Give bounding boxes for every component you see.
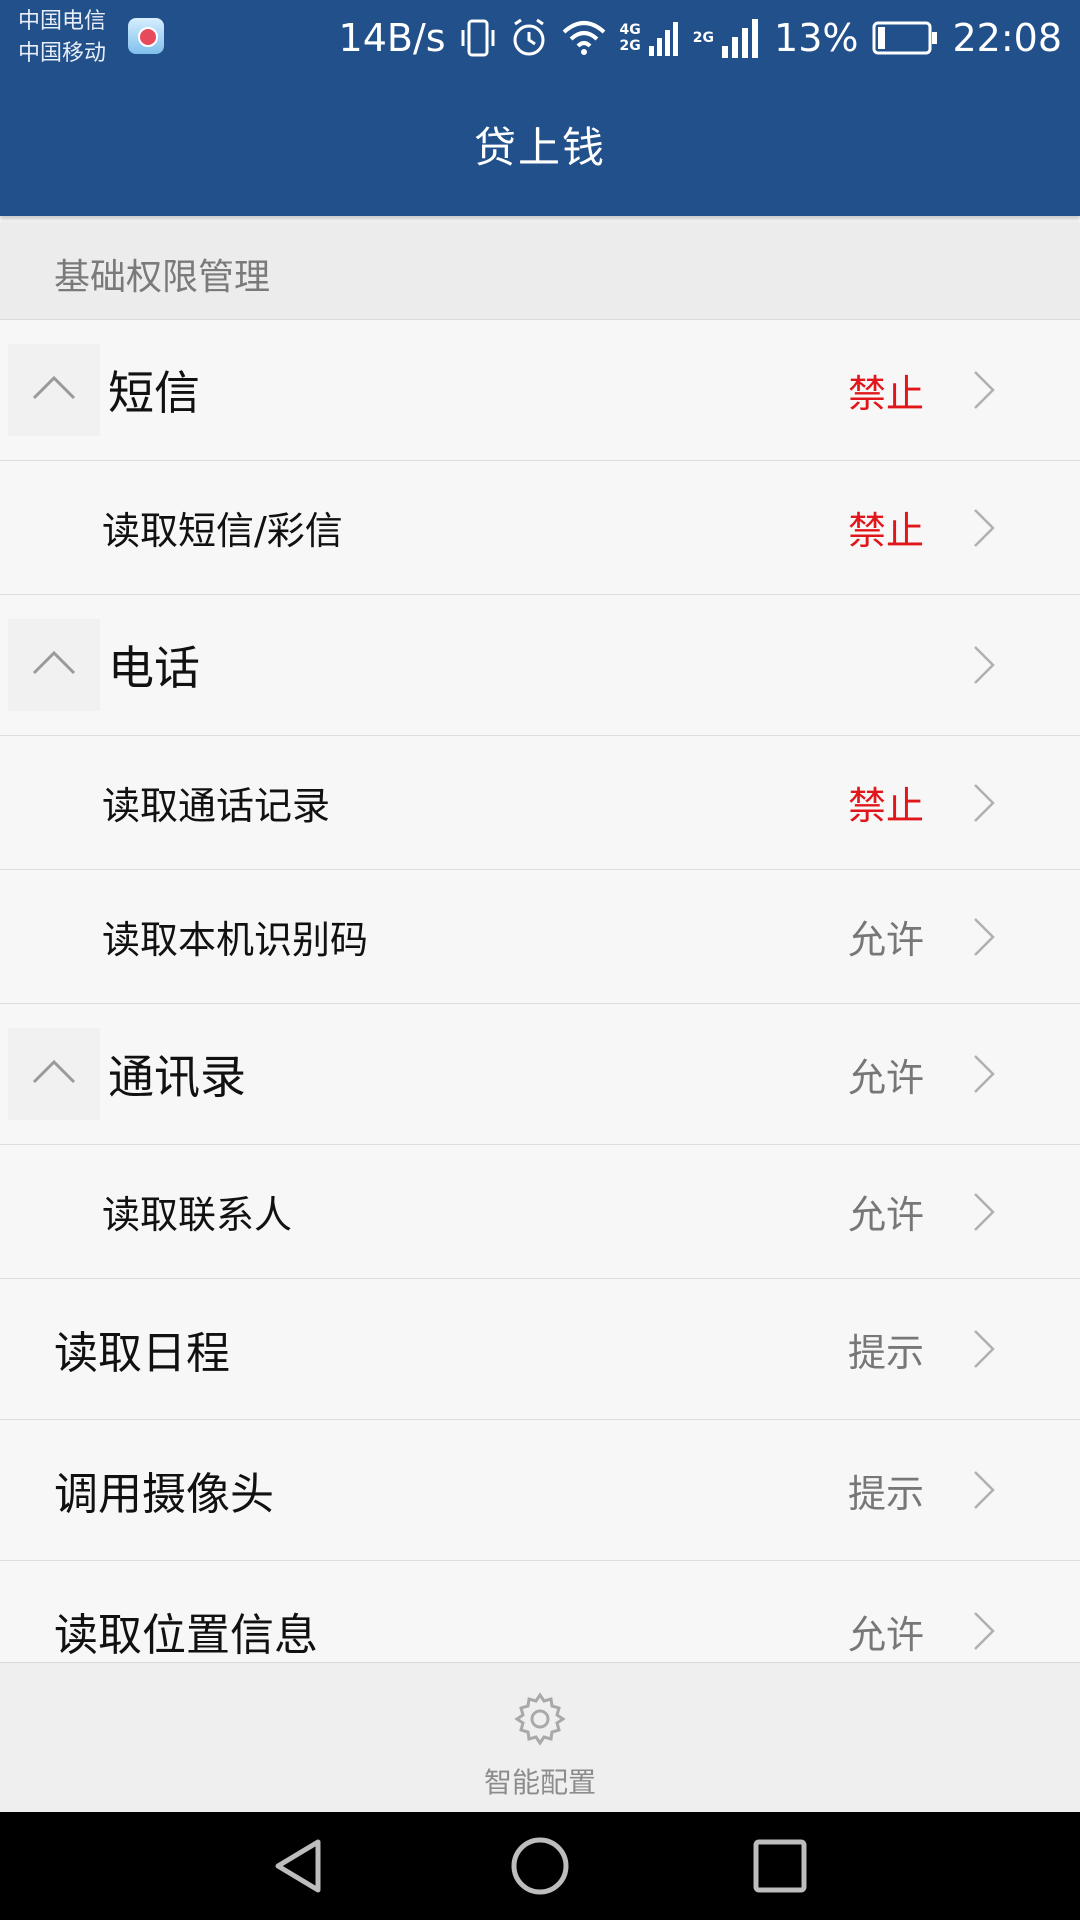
permission-label: 短信 [108,366,200,420]
chevron-up-icon[interactable] [8,619,100,711]
chevron-right-icon [974,1055,995,1093]
screen: 中国电信 中国移动 14B/s 4G 2G 2G 13% 22:08 贷上钱 基… [0,0,1080,1920]
chevron-up-icon[interactable] [8,344,100,436]
recents-icon[interactable] [750,1836,810,1896]
permission-label: 读取短信/彩信 [102,509,343,553]
permission-row[interactable]: 调用摄像头 提示 [0,1420,1080,1561]
chevron-right-icon [974,1612,995,1650]
gear-icon [514,1692,566,1746]
permission-label: 调用摄像头 [54,1469,274,1520]
permission-status: 允许 [847,1612,924,1657]
chevron-right-icon [974,1330,995,1368]
back-icon[interactable] [270,1836,330,1896]
permission-label: 通讯录 [108,1050,246,1104]
permission-label: 电话 [108,641,200,695]
status-icons: 14B/s 4G 2G 2G 13% 22:08 [339,10,1062,66]
chevron-right-icon [974,1192,995,1231]
chevron-right-icon [974,1471,995,1509]
permission-label: 读取位置信息 [54,1610,318,1661]
permission-row[interactable]: 读取本机识别码 允许 [0,870,1080,1004]
network-type-2: 2G [692,30,715,46]
permission-row[interactable]: 读取日程 提示 [0,1279,1080,1420]
network-type-tag-2: 2G [693,30,714,46]
battery-percent: 13% [774,16,859,60]
home-icon[interactable] [510,1836,570,1896]
permission-status: 禁止 [847,371,924,416]
signal-icon-2 [722,18,760,58]
signal-icon [648,20,679,56]
chevron-right-icon [974,783,995,822]
chevron-right-icon [974,508,995,547]
permission-label: 读取本机识别码 [102,918,369,962]
section-header-label: 基础权限管理 [54,257,271,298]
permission-row[interactable]: 通讯录 允许 [0,1004,1080,1145]
clock: 22:08 [952,16,1062,60]
status-bar: 中国电信 中国移动 14B/s 4G 2G 2G 13% 22:08 [0,0,1080,80]
app-notification-icon [128,18,164,54]
permission-row[interactable]: 读取通话记录 禁止 [0,736,1080,870]
permission-row[interactable]: 短信 禁止 [0,320,1080,461]
permission-status: 禁止 [847,509,924,553]
carrier-2: 中国移动 [18,41,107,66]
network-type-tag: 4G 2G [620,22,641,54]
network-speed: 14B/s [338,16,446,60]
navigation-bar [0,1812,1080,1920]
alarm-icon [510,18,548,58]
chevron-right-icon [974,917,995,956]
permission-row[interactable]: 电话 [0,595,1080,736]
permission-row[interactable]: 读取位置信息 允许 [0,1561,1080,1662]
page-title: 贷上钱 [473,123,606,172]
permission-list: 短信 禁止 读取短信/彩信 禁止 电话 读取通话记录 禁止 读取本机识别码 允许 通讯录 允许 读取联… [0,320,1080,1662]
battery-icon [872,20,938,56]
network-type-top: 4G [619,22,641,38]
vibrate-icon [460,18,496,58]
chevron-up-icon[interactable] [8,1028,100,1120]
permission-row[interactable]: 读取短信/彩信 禁止 [0,461,1080,595]
permission-status: 禁止 [847,784,924,828]
chevron-right-icon [974,371,995,409]
app-bar: 贷上钱 [0,80,1080,216]
smart-config-button[interactable]: 智能配置 [0,1662,1080,1813]
permission-status: 提示 [847,1471,924,1516]
permission-label: 读取日程 [54,1328,230,1379]
wifi-icon [562,20,606,56]
permission-row[interactable]: 读取联系人 允许 [0,1145,1080,1279]
permission-label: 读取通话记录 [102,784,331,828]
smart-config-label: 智能配置 [483,1766,596,1799]
permission-status: 允许 [847,918,924,962]
permission-status: 提示 [847,1330,924,1375]
permission-label: 读取联系人 [102,1193,293,1237]
chevron-right-icon [974,646,995,684]
section-header: 基础权限管理 [0,222,1080,320]
permission-status: 允许 [847,1055,924,1100]
carrier-block: 中国电信 中国移动 [18,6,106,70]
network-type-bottom: 2G [619,38,641,54]
carrier-1: 中国电信 [18,9,107,34]
permission-status: 允许 [847,1193,924,1237]
